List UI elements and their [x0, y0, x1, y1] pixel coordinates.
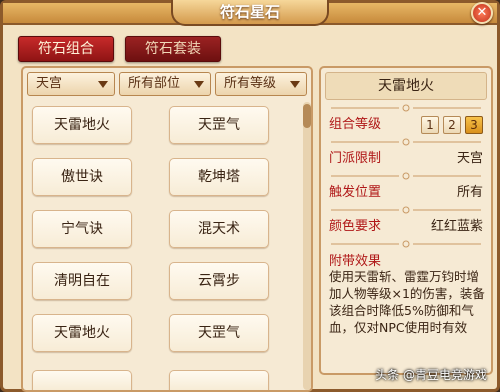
- combo-item[interactable]: 天罡气: [169, 106, 269, 144]
- effect-text: 使用天雷斩、雷霆万钧时增加人物等级×1的伤害，装备该组合时降低5%防御和气血，仅…: [329, 269, 485, 335]
- sect-label: 门派限制: [329, 151, 382, 166]
- combo-item[interactable]: [32, 370, 132, 390]
- sect-filter-dropdown[interactable]: 天宫: [27, 72, 115, 96]
- chevron-down-icon: [290, 81, 300, 88]
- combo-item[interactable]: 乾坤塔: [169, 158, 269, 196]
- level-1-button[interactable]: 1: [421, 116, 439, 134]
- ornament-divider: [327, 206, 485, 214]
- tab-rune-combo[interactable]: 符石组合: [18, 36, 114, 62]
- level-filter-dropdown[interactable]: 所有等级: [215, 72, 307, 96]
- ornament-divider: [327, 240, 485, 248]
- level-2-button[interactable]: 2: [443, 116, 461, 134]
- combo-list-frame: 天宫 所有部位 所有等级 天雷地火 天罡气 傲世诀 乾坤塔 宁气诀 混天术 清明…: [21, 66, 313, 392]
- combo-item[interactable]: 宁气诀: [32, 210, 132, 248]
- combo-item[interactable]: 天罡气: [169, 314, 269, 352]
- window-title: 符石星石: [171, 0, 329, 26]
- title-bar: 符石星石: [3, 0, 497, 26]
- rune-stone-panel: 符石星石 ✕ 符石组合 符石套装 天宫 所有部位 所有等级 天雷地火 天罡气 傲…: [0, 0, 500, 392]
- tab-rune-set[interactable]: 符石套装: [125, 36, 221, 62]
- slot-filter-dropdown[interactable]: 所有部位: [119, 72, 211, 96]
- combo-item[interactable]: 清明自在: [32, 262, 132, 300]
- combo-item[interactable]: 混天术: [169, 210, 269, 248]
- close-icon: ✕: [476, 5, 488, 20]
- combo-item[interactable]: 云霄步: [169, 262, 269, 300]
- trigger-row: 触发位置 所有: [329, 182, 487, 204]
- close-button[interactable]: ✕: [471, 2, 493, 24]
- level-row: 组合等级 1 2 3: [329, 114, 487, 136]
- slot-filter-value: 所有部位: [128, 76, 181, 91]
- sect-row: 门派限制 天宫: [329, 148, 487, 170]
- level-label: 组合等级: [329, 117, 382, 132]
- chevron-down-icon: [98, 81, 108, 88]
- color-value: 红红蓝紫: [430, 219, 483, 234]
- ornament-divider: [327, 104, 485, 112]
- ornament-divider: [327, 138, 485, 146]
- trigger-label: 触发位置: [329, 185, 382, 200]
- sect-filter-value: 天宫: [36, 76, 63, 91]
- effect-label: 附带效果: [329, 254, 382, 269]
- color-row: 颜色要求 红红蓝紫: [329, 216, 487, 238]
- list-scrollbar[interactable]: [303, 102, 311, 390]
- chevron-down-icon: [194, 81, 204, 88]
- ornament-divider: [327, 172, 485, 180]
- sect-value: 天宫: [456, 151, 483, 166]
- combo-item[interactable]: 天雷地火: [32, 106, 132, 144]
- detail-title: 天雷地火: [325, 72, 487, 100]
- level-3-button[interactable]: 3: [465, 116, 483, 134]
- trigger-value: 所有: [456, 185, 483, 200]
- combo-item[interactable]: 天雷地火: [32, 314, 132, 352]
- combo-item[interactable]: 傲世诀: [32, 158, 132, 196]
- combo-detail-panel: 天雷地火 组合等级 1 2 3 门派限制 天宫 触发位置 所有 颜色要求 红红蓝…: [319, 66, 493, 375]
- level-filter-value: 所有等级: [224, 76, 277, 91]
- scrollbar-thumb[interactable]: [303, 104, 311, 128]
- watermark: 头条 @青豆电竞游戏: [375, 368, 487, 382]
- combo-item[interactable]: [169, 370, 269, 390]
- color-label: 颜色要求: [329, 219, 382, 234]
